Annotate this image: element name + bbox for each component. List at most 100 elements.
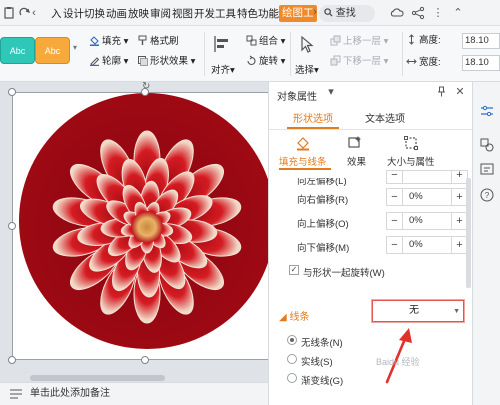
line-section-header[interactable]: ◢ 线条 bbox=[279, 308, 309, 323]
line-section-title: 线条 bbox=[289, 312, 310, 323]
notes-placeholder[interactable]: 单击此处添加备注 bbox=[30, 383, 110, 405]
tab-review[interactable]: 审阅 bbox=[150, 6, 171, 22]
resize-handle-left[interactable] bbox=[8, 222, 16, 230]
gradient-line-radio[interactable] bbox=[287, 373, 297, 383]
horizontal-scrollbar-thumb[interactable] bbox=[30, 375, 165, 381]
resize-handle-bottom-left[interactable] bbox=[8, 356, 16, 364]
height-label: 高度: bbox=[419, 35, 441, 46]
tab-shape-options[interactable]: 形状选项 bbox=[293, 110, 333, 125]
offset-bottom-value[interactable]: 0% bbox=[409, 237, 423, 253]
width-label: 宽度: bbox=[419, 57, 441, 68]
shape-effect-label: 形状效果 bbox=[150, 56, 189, 67]
size-properties-icon[interactable] bbox=[403, 135, 419, 151]
subtab-size-properties[interactable]: 大小与属性 bbox=[387, 154, 435, 168]
select-icon[interactable] bbox=[297, 34, 317, 54]
share-icon[interactable] bbox=[411, 6, 425, 20]
tab-features[interactable]: 特色功能 bbox=[237, 6, 279, 22]
offset-top-stepper[interactable]: − 0% + bbox=[386, 212, 468, 230]
ribbon-scroll-left-icon[interactable]: ‹ bbox=[30, 6, 38, 20]
line-type-dropdown[interactable]: 无 ▼ bbox=[371, 299, 465, 323]
rotate-button[interactable]: 旋转 ▾ bbox=[246, 55, 285, 69]
select-button[interactable]: 选择▾ bbox=[295, 62, 319, 76]
fill-button[interactable]: 填充 ▾ bbox=[89, 35, 128, 49]
offset-left-increment[interactable]: + bbox=[451, 170, 467, 183]
offset-right-value[interactable]: 0% bbox=[409, 189, 423, 205]
design-sidebar-icon[interactable] bbox=[480, 162, 494, 176]
offset-right-decrement[interactable]: − bbox=[387, 189, 403, 205]
fill-line-icon[interactable] bbox=[295, 135, 311, 151]
align-icon[interactable] bbox=[212, 34, 232, 54]
select-label: 选择 bbox=[295, 65, 315, 76]
search-label: 查找 bbox=[335, 8, 356, 19]
subtab-effects[interactable]: 效果 bbox=[347, 154, 366, 168]
group-button[interactable]: 组合 ▾ bbox=[246, 35, 285, 49]
send-backward-icon bbox=[330, 55, 341, 66]
right-sidebar: ? bbox=[472, 82, 500, 405]
line-type-value: 无 bbox=[409, 305, 419, 316]
offset-bottom-stepper[interactable]: − 0% + bbox=[386, 236, 468, 254]
shape-effect-button[interactable]: 形状效果 ▾ bbox=[137, 55, 195, 69]
selection-frame bbox=[12, 92, 268, 360]
offset-right-increment[interactable]: + bbox=[451, 189, 467, 205]
rotation-handle-icon[interactable]: ↻ bbox=[142, 82, 152, 92]
pin-icon[interactable] bbox=[435, 86, 447, 98]
notes-bar[interactable]: 单击此处添加备注 bbox=[0, 382, 268, 405]
solid-line-radio[interactable] bbox=[287, 354, 297, 364]
outline-button[interactable]: 轮廓 ▾ bbox=[89, 55, 128, 69]
ribbon-divider bbox=[402, 32, 403, 76]
offset-left-stepper[interactable]: − + bbox=[386, 170, 468, 184]
search-icon bbox=[324, 8, 333, 17]
bring-forward-icon bbox=[330, 35, 341, 46]
send-backward-label: 下移一层 bbox=[343, 56, 382, 67]
tab-developer[interactable]: 开发工具 bbox=[194, 6, 236, 22]
style-gallery-expand-icon[interactable]: ▾ bbox=[73, 41, 77, 55]
no-line-radio[interactable] bbox=[287, 335, 297, 345]
bring-forward-button[interactable]: 上移一层 ▾ bbox=[330, 35, 388, 49]
format-brush-label: 格式刷 bbox=[150, 36, 179, 47]
tab-transition[interactable]: 切换 bbox=[84, 6, 105, 22]
effects-icon[interactable] bbox=[347, 135, 363, 151]
help-icon[interactable]: ? bbox=[480, 188, 494, 202]
offset-top-decrement[interactable]: − bbox=[387, 213, 403, 229]
align-button[interactable]: 对齐▾ bbox=[211, 62, 235, 76]
collapse-ribbon-icon[interactable]: ⌃ bbox=[451, 6, 465, 20]
tab-drawing-tools[interactable]: 绘图工 bbox=[279, 5, 317, 22]
tab-slideshow[interactable]: 放映 bbox=[128, 6, 149, 22]
subtab-fill-line[interactable]: 填充与线条 bbox=[279, 154, 327, 168]
resize-handle-bottom[interactable] bbox=[141, 356, 149, 364]
tab-insert[interactable]: 入 bbox=[51, 6, 62, 22]
offset-bottom-increment[interactable]: + bbox=[451, 237, 467, 253]
rotate-with-shape-checkbox[interactable]: ✓ bbox=[289, 265, 299, 275]
resize-handle-top-left[interactable] bbox=[8, 88, 16, 96]
offset-top-value[interactable]: 0% bbox=[409, 213, 423, 229]
close-pane-icon[interactable]: ✕ bbox=[454, 86, 466, 98]
shape-style-sample-orange[interactable]: Abc bbox=[35, 37, 70, 64]
format-brush-button[interactable]: 格式刷 bbox=[137, 35, 179, 49]
shape-style-sample-teal[interactable]: Abc bbox=[0, 37, 35, 64]
tab-text-options[interactable]: 文本选项 bbox=[365, 110, 405, 125]
fill-label: 填充 bbox=[102, 36, 122, 47]
ribbon-divider bbox=[290, 32, 291, 76]
horizontal-scrollbar[interactable] bbox=[0, 374, 268, 382]
offset-right-stepper[interactable]: − 0% + bbox=[386, 188, 468, 206]
height-input[interactable]: 18.10 bbox=[462, 33, 500, 49]
tab-design[interactable]: 设计 bbox=[63, 6, 84, 22]
pane-scrollbar[interactable] bbox=[466, 178, 471, 288]
rotate-label: 旋转 bbox=[259, 56, 279, 67]
offset-bottom-decrement[interactable]: − bbox=[387, 237, 403, 253]
offset-top-increment[interactable]: + bbox=[451, 213, 467, 229]
search-box[interactable]: 查找 bbox=[319, 5, 375, 22]
tab-animation[interactable]: 动画 bbox=[106, 6, 127, 22]
properties-sidebar-icon[interactable] bbox=[480, 104, 494, 118]
solid-line-label: 实线(S) bbox=[301, 357, 333, 368]
ribbon-scroll-right-icon[interactable]: › bbox=[312, 5, 318, 19]
pane-title-dropdown-icon[interactable]: ▾ bbox=[325, 86, 337, 98]
cloud-icon[interactable] bbox=[390, 6, 404, 20]
offset-left-decrement[interactable]: − bbox=[387, 170, 403, 183]
shapes-sidebar-icon[interactable] bbox=[480, 138, 494, 152]
paste-icon[interactable] bbox=[2, 6, 16, 20]
send-backward-button[interactable]: 下移一层 ▾ bbox=[330, 55, 388, 69]
tab-view[interactable]: 视图 bbox=[172, 6, 193, 22]
width-input[interactable]: 18.10 bbox=[462, 55, 500, 71]
more-options-icon[interactable]: ⋮ bbox=[431, 6, 445, 20]
